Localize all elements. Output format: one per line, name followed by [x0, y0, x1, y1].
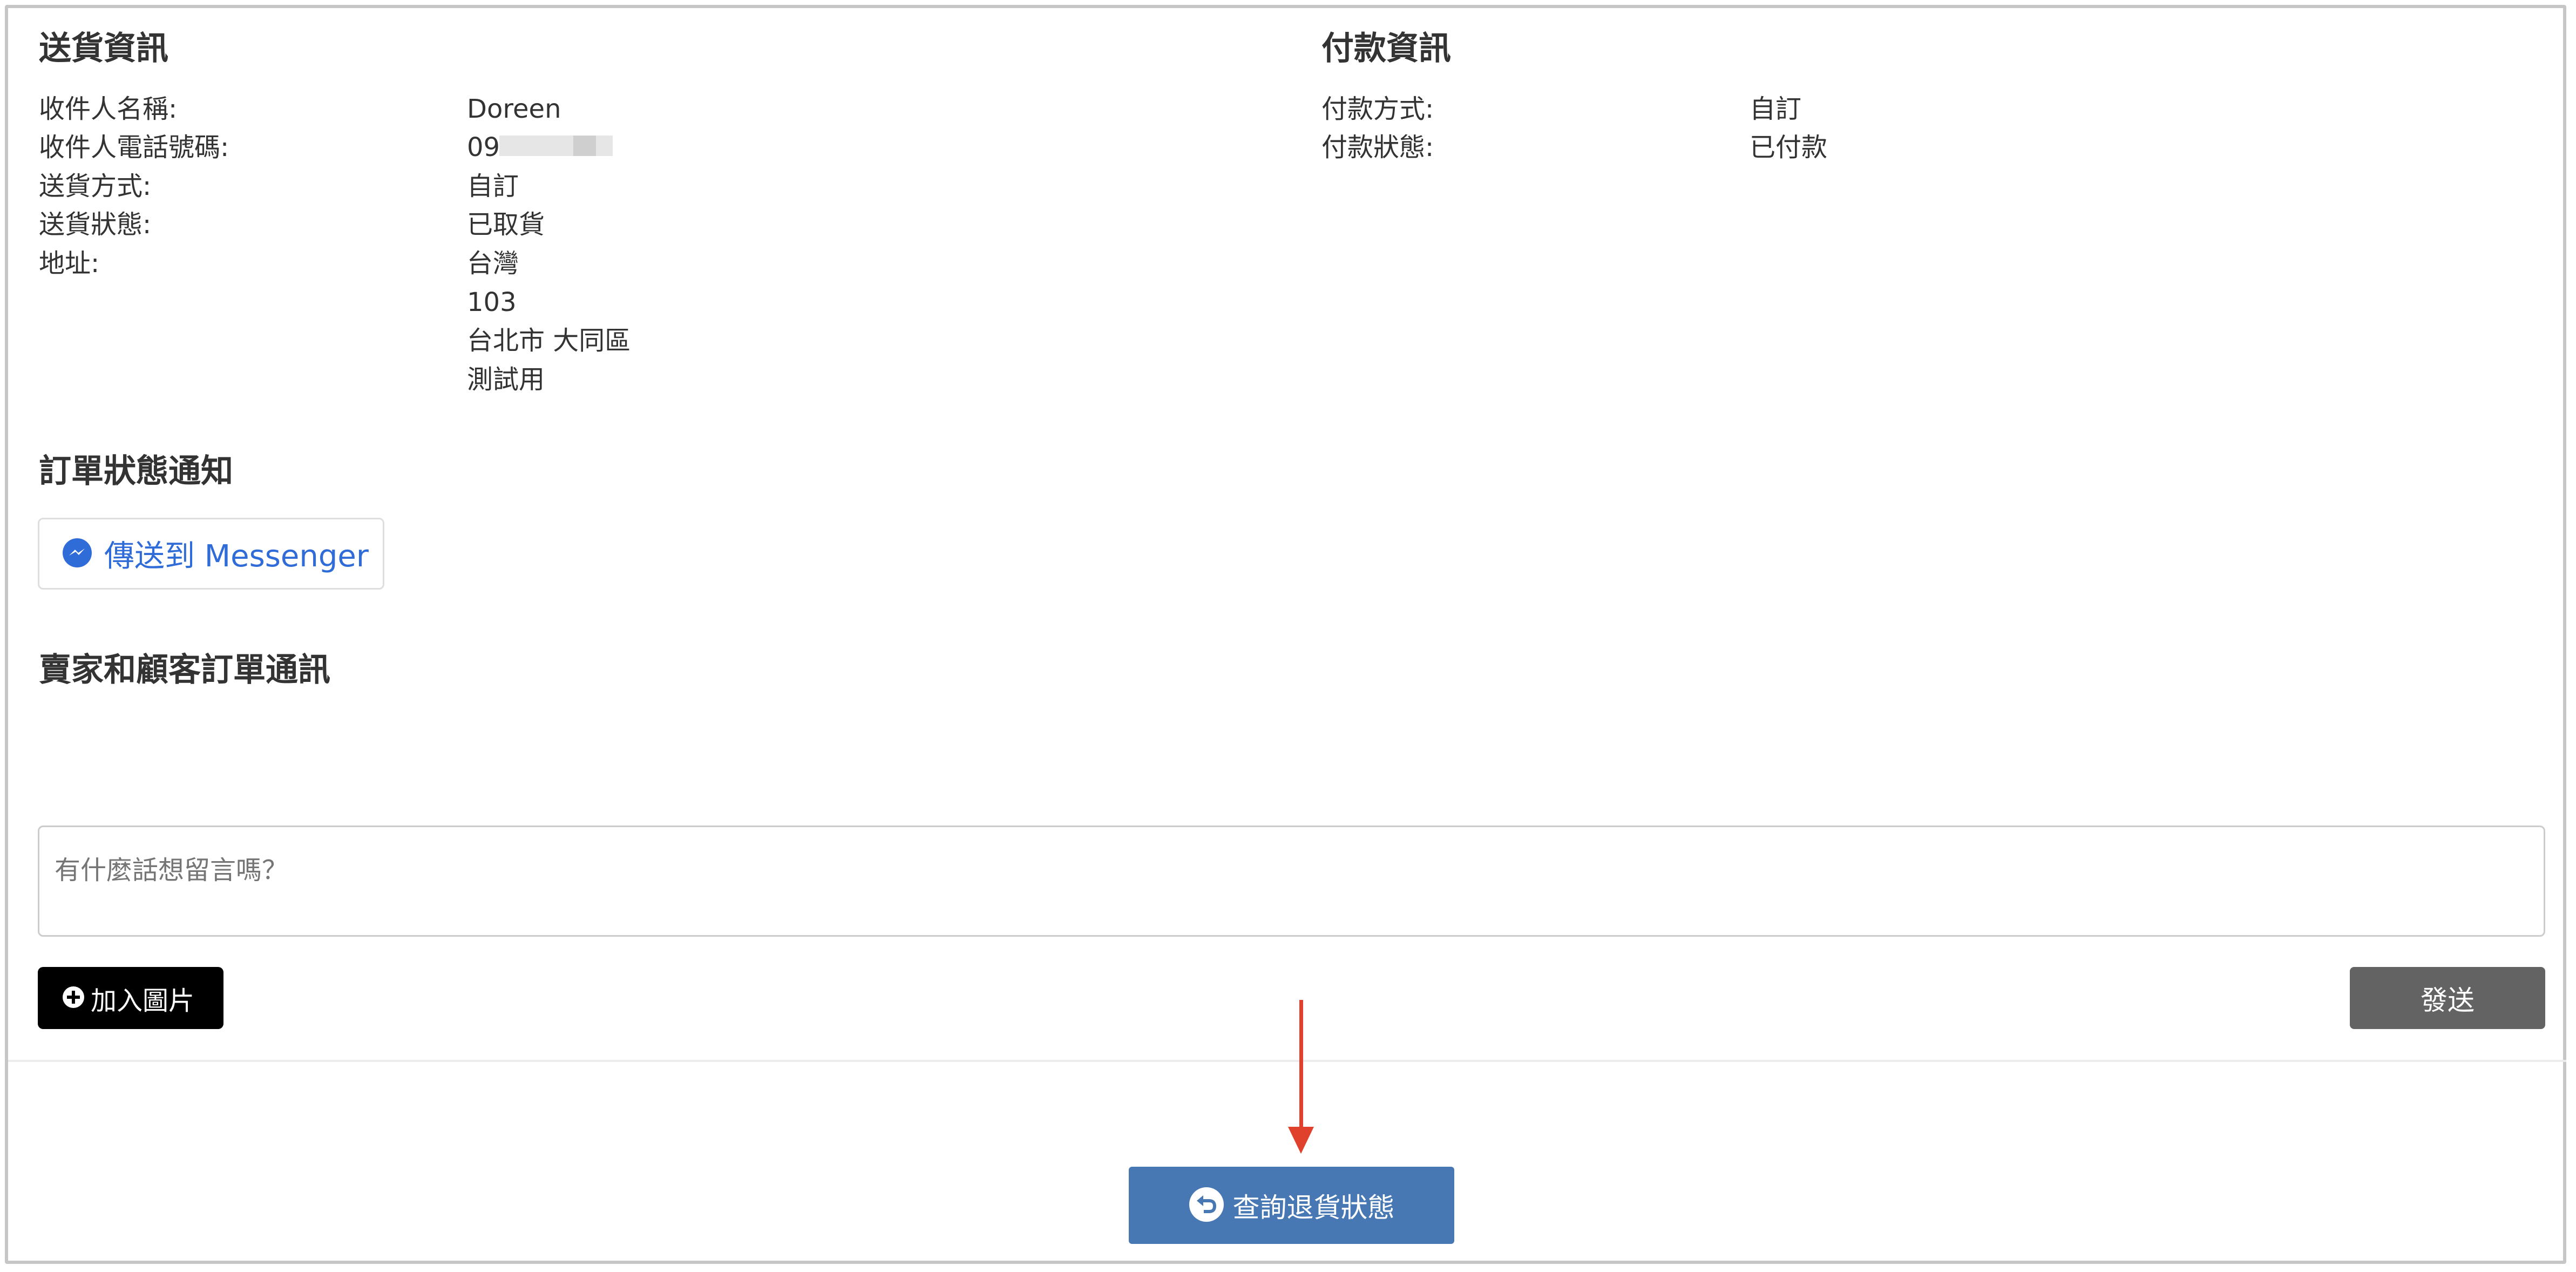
send-label: 發送 — [2421, 984, 2475, 1016]
payment-method-value: 自訂 — [1750, 94, 1802, 124]
shipping-method-label: 送貨方式: — [39, 171, 152, 201]
recipient-name-value: Doreen — [467, 94, 561, 124]
add-image-label: 加入圖片 — [91, 985, 195, 1016]
payment-status-label: 付款狀態: — [1321, 132, 1434, 163]
add-image-button[interactable]: 加入圖片 — [38, 967, 223, 1029]
message-textarea[interactable] — [38, 826, 2545, 937]
send-button[interactable]: 發送 — [2350, 967, 2545, 1029]
chat-section-title: 賣家和顧客訂單通訊 — [39, 651, 330, 689]
phone-redaction — [499, 136, 613, 157]
annotation-arrow-icon — [1285, 1000, 1317, 1154]
return-status-button[interactable]: 查詢退貨狀態 — [1129, 1167, 1454, 1244]
address-city-district: 台北市 大同區 — [467, 326, 631, 356]
address-country: 台灣 — [467, 248, 519, 279]
plus-circle-icon — [62, 985, 85, 1011]
messenger-icon — [62, 538, 92, 570]
return-icon — [1189, 1187, 1224, 1224]
recipient-phone-label: 收件人電話號碼: — [39, 132, 229, 163]
recipient-name-label: 收件人名稱: — [39, 94, 178, 124]
payment-section-title: 付款資訊 — [1321, 30, 1451, 67]
send-to-messenger-label: 傳送到 Messenger — [104, 539, 369, 574]
send-to-messenger-button[interactable]: 傳送到 Messenger — [38, 518, 384, 590]
payment-status-value: 已付款 — [1750, 132, 1828, 163]
notification-section-title: 訂單狀態通知 — [39, 452, 233, 490]
shipping-status-label: 送貨狀態: — [39, 209, 152, 240]
shipping-section-title: 送貨資訊 — [39, 30, 168, 67]
address-postcode: 103 — [467, 287, 517, 317]
shipping-status-value: 已取貨 — [467, 209, 545, 240]
address-label: 地址: — [39, 248, 100, 279]
address-street: 測試用 — [467, 364, 545, 395]
return-status-label: 查詢退貨狀態 — [1232, 1192, 1395, 1223]
recipient-phone-value: 09 — [467, 132, 500, 163]
shipping-method-value: 自訂 — [467, 171, 519, 201]
payment-method-label: 付款方式: — [1321, 94, 1434, 124]
